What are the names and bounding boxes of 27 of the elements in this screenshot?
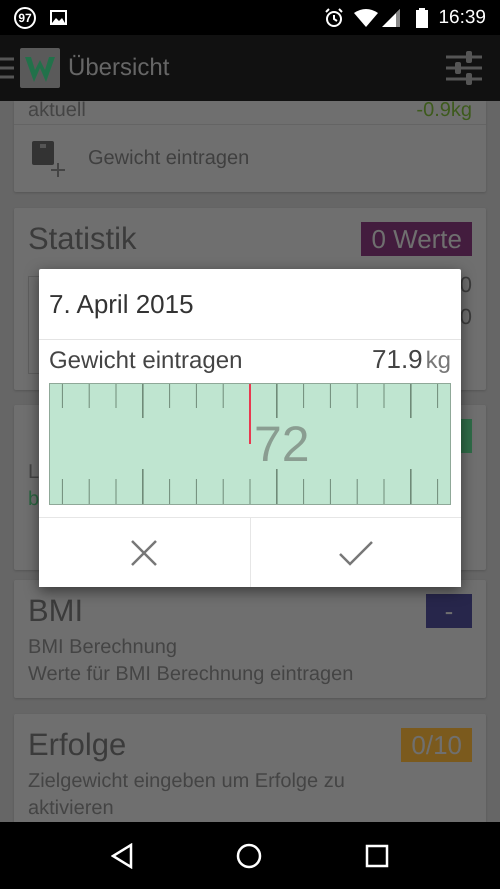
check-icon [338,540,373,566]
count-badge: 0 Werte [361,222,472,256]
notification-count: 97 [14,6,36,28]
close-icon [131,540,158,566]
weight-change: -0.9kg [416,101,472,123]
weight-value: 71.9 [372,344,423,374]
card-text: b [28,487,40,512]
home-icon[interactable] [236,842,262,868]
count-badge: 0/10 [401,728,472,762]
signal-icon [382,8,402,26]
wifi-icon [354,8,378,26]
clock-time: 16:39 [438,6,486,28]
field-label: Gewicht eintragen [49,347,242,375]
dialog-title: 7. April 2015 [39,269,461,340]
battery-icon [416,8,428,28]
scale-label: 72 [254,415,310,473]
back-icon[interactable] [111,842,134,868]
unit-label: kg [426,347,451,374]
menu-icon[interactable] [0,56,14,80]
ruler-picker[interactable] [49,383,451,505]
alarm-icon [324,8,344,28]
recents-icon[interactable] [364,844,389,868]
image-icon [50,10,67,25]
scale-add-icon [32,140,66,176]
screen-title: Übersicht [68,54,170,82]
count-badge: - [426,594,472,628]
settings-sliders-icon[interactable] [446,51,482,85]
